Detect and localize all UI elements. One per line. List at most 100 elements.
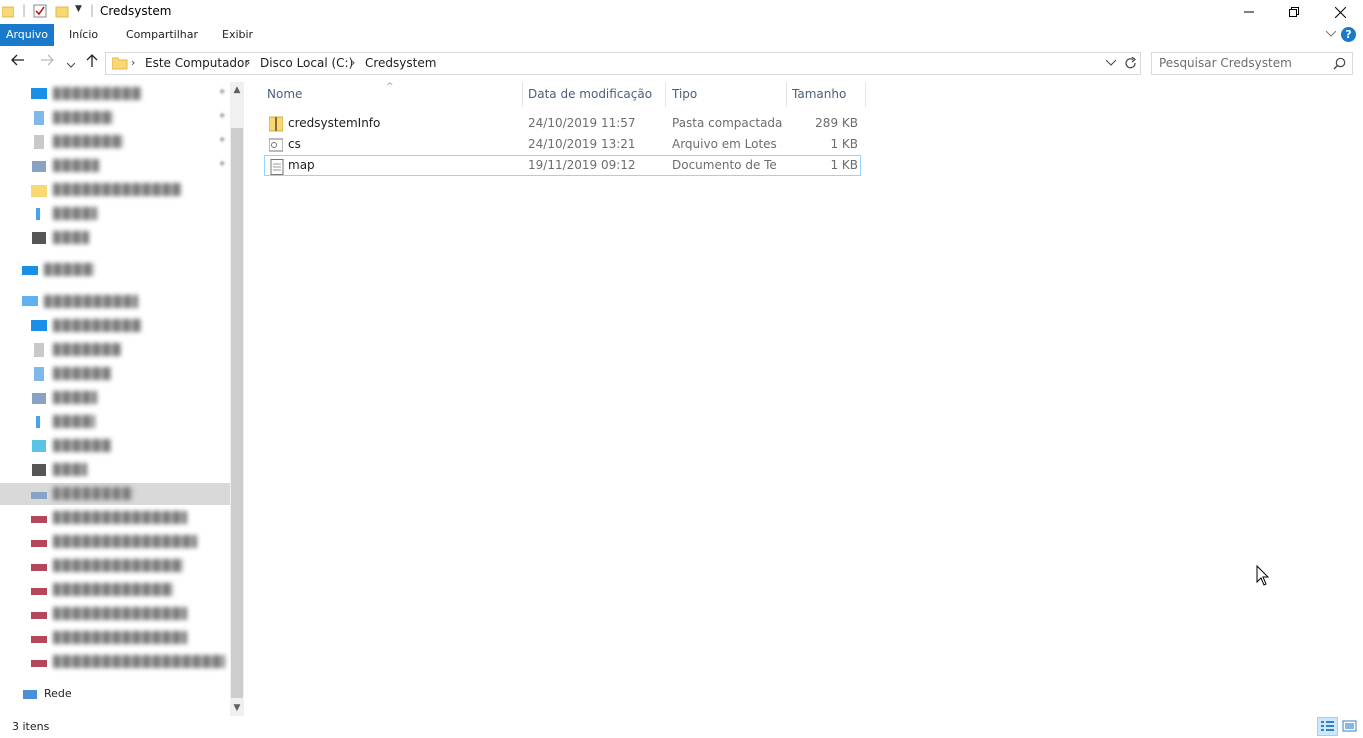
videos-icon (32, 464, 46, 476)
column-header-type[interactable]: Tipo (666, 82, 787, 107)
help-icon[interactable]: ? (1341, 27, 1356, 42)
nav-item[interactable] (0, 651, 230, 673)
nav-item[interactable]: ✦ (0, 155, 230, 177)
nav-item[interactable] (0, 555, 230, 577)
videos-icon (32, 232, 46, 244)
minimize-icon (1244, 11, 1254, 13)
new-folder-icon[interactable] (55, 4, 69, 18)
file-list: ^ Nome Data de modificação Tipo Tamanho … (246, 82, 1363, 712)
nav-item[interactable] (0, 435, 230, 457)
nav-item-label-redacted (53, 463, 87, 476)
nav-item-label-redacted (53, 367, 111, 380)
search-input[interactable] (1159, 56, 1329, 70)
nav-item[interactable] (0, 259, 230, 281)
zip-folder-icon (269, 116, 283, 132)
nav-item-label-redacted (53, 111, 113, 124)
pin-icon: ✦ (218, 135, 227, 146)
file-type: Documento de Te... (672, 158, 778, 172)
nav-item-label-redacted (53, 631, 187, 644)
folder-icon (31, 185, 47, 197)
nav-item[interactable] (0, 339, 230, 361)
tab-arquivo[interactable]: Arquivo (0, 24, 54, 46)
up-button[interactable] (82, 54, 102, 72)
restore-button[interactable] (1271, 0, 1317, 24)
nav-item[interactable] (0, 627, 230, 649)
details-view-button[interactable] (1317, 717, 1338, 736)
nav-item[interactable] (0, 387, 230, 409)
breadcrumb-este-computador[interactable]: Este Computador (145, 56, 249, 70)
music-icon (36, 208, 40, 220)
nav-item[interactable] (0, 315, 230, 337)
search-box[interactable] (1151, 52, 1353, 75)
breadcrumb-separator-icon[interactable]: › (131, 56, 135, 69)
file-row[interactable]: credsystemInfo 24/10/2019 11:57 Pasta co… (264, 113, 861, 134)
address-dropdown-icon[interactable] (1106, 60, 1116, 66)
breadcrumb-separator-icon[interactable]: › (246, 56, 250, 69)
nav-item[interactable]: ✦ (0, 83, 230, 105)
folder-icon (112, 57, 128, 70)
nav-item-label-redacted (53, 511, 187, 524)
nav-item-label-redacted (53, 87, 141, 100)
tab-exibir[interactable]: Exibir (215, 24, 260, 46)
back-button[interactable] (8, 54, 28, 70)
tab-compartilhar[interactable]: Compartilhar (119, 24, 205, 46)
nav-scrollbar[interactable]: ▲ ▼ (230, 82, 244, 716)
refresh-icon[interactable] (1125, 57, 1137, 70)
network-drive-icon (31, 588, 47, 595)
file-date: 24/10/2019 13:21 (528, 137, 636, 151)
pin-icon: ✦ (218, 87, 227, 98)
file-date: 24/10/2019 11:57 (528, 116, 636, 130)
nav-item[interactable]: ✦ (0, 131, 230, 153)
nav-item[interactable] (0, 507, 230, 529)
scroll-thumb[interactable] (231, 128, 243, 698)
nav-item[interactable] (0, 531, 230, 553)
nav-item[interactable] (0, 179, 230, 201)
navigation-pane: ✦ ✦ ✦ ✦ Rede (0, 82, 230, 712)
mouse-cursor-icon (1256, 565, 1270, 586)
nav-item-disco-local[interactable] (0, 483, 230, 505)
forward-button[interactable] (37, 54, 57, 70)
properties-icon[interactable] (33, 4, 47, 18)
minimize-button[interactable] (1226, 0, 1272, 24)
scroll-down-button[interactable]: ▼ (230, 700, 244, 716)
computer-icon (22, 296, 38, 306)
column-header-name[interactable]: Nome (261, 82, 523, 107)
customize-toolbar-icon[interactable]: ▼ (75, 4, 82, 14)
scroll-up-button[interactable]: ▲ (230, 82, 244, 98)
file-name: map (288, 158, 315, 172)
breadcrumb-credsystem[interactable]: Credsystem (365, 56, 436, 70)
nav-item[interactable] (0, 203, 230, 225)
folder-icon (2, 6, 14, 18)
pictures-icon (32, 393, 46, 404)
file-size: 1 KB (830, 158, 858, 172)
chevron-down-icon (66, 62, 76, 68)
file-size: 1 KB (830, 137, 858, 151)
nav-item-label-redacted (53, 583, 173, 596)
nav-item[interactable] (0, 579, 230, 601)
details-view-icon (1321, 721, 1334, 731)
column-header-size[interactable]: Tamanho (786, 82, 866, 107)
nav-item[interactable] (0, 363, 230, 385)
network-drive-icon (31, 612, 47, 619)
search-icon[interactable] (1333, 57, 1346, 70)
breadcrumb-separator-icon[interactable]: › (351, 56, 355, 69)
column-header-date[interactable]: Data de modificação (522, 82, 666, 107)
file-row[interactable]: cs 24/10/2019 13:21 Arquivo em Lotes ...… (264, 134, 861, 155)
desktop-icon (31, 320, 47, 331)
nav-item-este-computador[interactable] (0, 291, 230, 313)
nav-item[interactable] (0, 411, 230, 433)
nav-item[interactable] (0, 227, 230, 249)
nav-item[interactable] (0, 459, 230, 481)
nav-item[interactable] (0, 603, 230, 625)
tab-inicio[interactable]: Início (62, 24, 105, 46)
expand-ribbon-icon[interactable] (1326, 31, 1336, 37)
breadcrumb-disco-local[interactable]: Disco Local (C:) (260, 56, 353, 70)
nav-item-rede[interactable]: Rede (0, 683, 230, 705)
nav-item-label-redacted (44, 263, 94, 276)
large-icons-view-button[interactable] (1339, 717, 1360, 736)
address-bar[interactable]: › Este Computador › Disco Local (C:) › C… (105, 52, 1141, 75)
nav-item[interactable]: ✦ (0, 107, 230, 129)
recent-locations-button[interactable] (61, 56, 81, 72)
close-button[interactable] (1317, 0, 1363, 24)
file-row[interactable]: map 19/11/2019 09:12 Documento de Te... … (264, 155, 861, 176)
